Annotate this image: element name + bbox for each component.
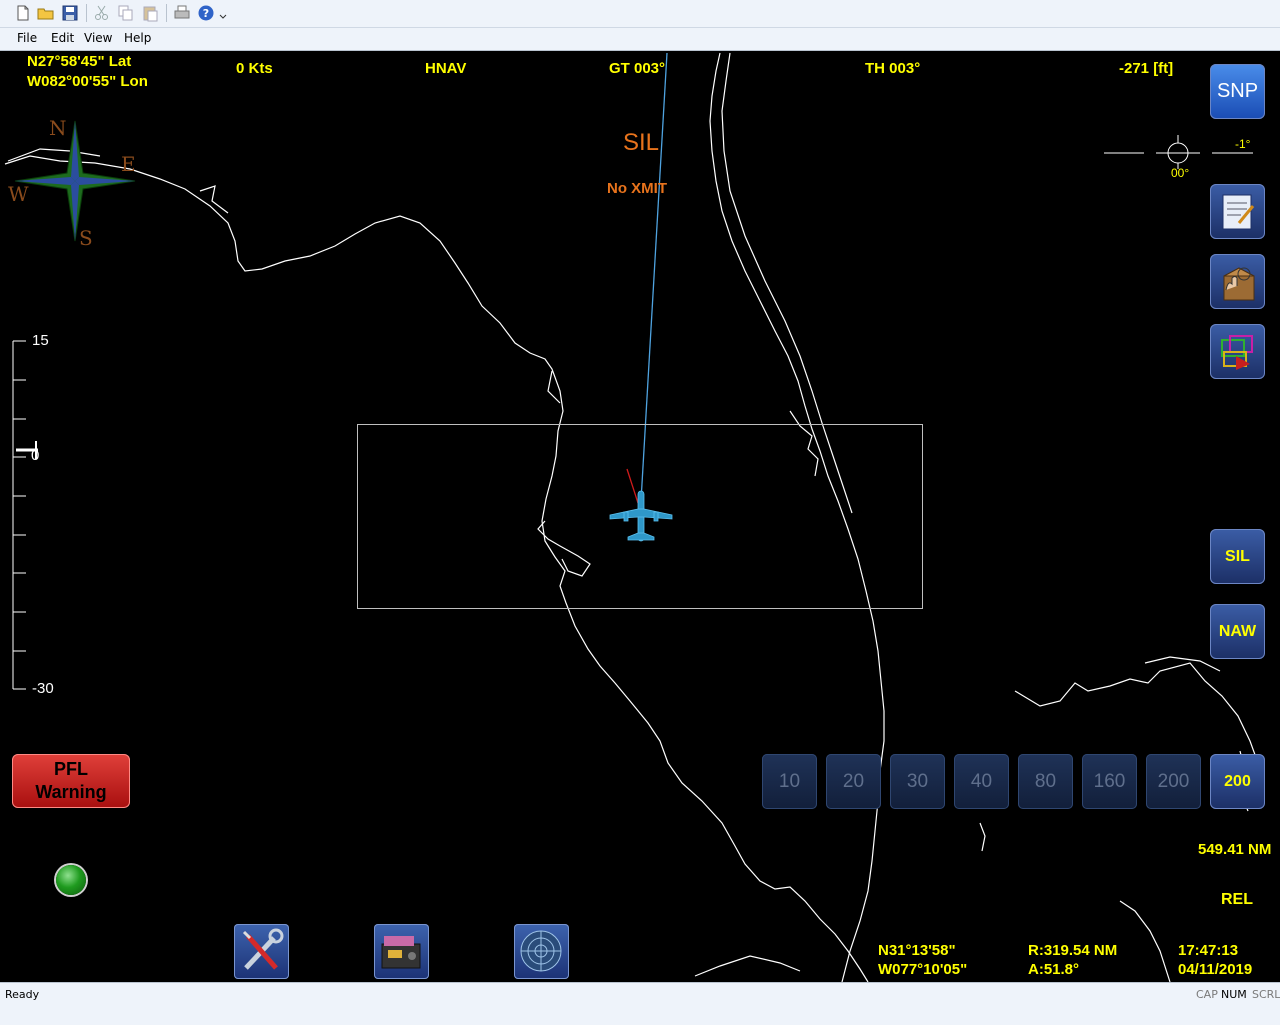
print-icon[interactable] — [173, 4, 191, 22]
tools-button[interactable] — [234, 924, 289, 979]
altitude-readout: -271 [ft] — [1119, 60, 1174, 77]
open-folder-icon[interactable] — [37, 4, 55, 22]
sil-status: SIL — [623, 129, 660, 156]
zoom-active-button[interactable]: 200 — [1210, 754, 1265, 809]
zoom-20-button[interactable]: 20 — [826, 754, 881, 809]
distance-readout: 549.41 NM — [1198, 841, 1272, 858]
zoom-20-label: 20 — [842, 770, 865, 792]
menu-file[interactable]: File — [17, 31, 37, 45]
compass-e: E — [121, 152, 136, 176]
status-bar: Ready CAP NUM SCRL — [0, 982, 1280, 1025]
svg-text:?: ? — [203, 7, 209, 20]
layers-button[interactable] — [1210, 324, 1265, 379]
pfl-line1: PFL — [54, 759, 88, 779]
scale-top-label: 15 — [32, 332, 49, 349]
notes-button[interactable] — [1210, 184, 1265, 239]
pfl-line2: Warning — [35, 782, 107, 802]
map-view[interactable]: N E S W N27°58'45" Lat W082°00'55" Lon 0… — [0, 51, 1280, 982]
equipment-icon — [381, 936, 421, 969]
compass-rose-icon: N E S W — [8, 116, 136, 250]
snp-button[interactable]: SNP — [1210, 64, 1265, 119]
naw-button[interactable]: NAW — [1210, 604, 1265, 659]
help-icon[interactable]: ? — [197, 4, 215, 22]
cap-indicator: CAP — [1196, 988, 1218, 1001]
rel-toggle[interactable]: REL — [1221, 891, 1253, 909]
clipboard-icon — [1222, 194, 1254, 229]
zoom-80-button[interactable]: 80 — [1018, 754, 1073, 809]
zoom-40-label: 40 — [970, 770, 993, 792]
speed-readout: 0 Kts — [236, 60, 273, 77]
zoom-active-label: 200 — [1224, 772, 1251, 790]
scale-marker-label: 0 — [31, 447, 40, 464]
zoom-30-button[interactable]: 30 — [890, 754, 945, 809]
zoom-30-label: 30 — [906, 770, 929, 792]
cursor-lat-readout: N31°13'58" — [878, 942, 956, 959]
pan-tool-button[interactable] — [1210, 254, 1265, 309]
save-icon[interactable] — [61, 4, 79, 22]
zoom-200-label: 200 — [1157, 770, 1190, 792]
menu-help[interactable]: Help — [124, 31, 151, 45]
aircraft-icon — [609, 490, 673, 542]
cut-icon[interactable] — [93, 4, 111, 22]
menu-bar: File Edit View Help — [0, 28, 1280, 51]
zoom-160-label: 160 — [1093, 770, 1126, 792]
num-indicator: NUM — [1221, 988, 1247, 1001]
toolbar: ? — [0, 0, 1280, 28]
copy-icon[interactable] — [117, 4, 135, 22]
zoom-10-label: 10 — [778, 770, 801, 792]
equipment-button[interactable] — [374, 924, 429, 979]
longitude-readout: W082°00'55" Lon — [27, 73, 148, 90]
latitude-readout: N27°58'45" Lat — [27, 53, 132, 70]
new-file-icon[interactable] — [14, 4, 32, 22]
wrench-screwdriver-icon — [242, 928, 284, 970]
scale-bottom-label: -30 — [32, 680, 54, 697]
layers-icon — [1220, 334, 1253, 370]
zoom-160-button[interactable]: 160 — [1082, 754, 1137, 809]
sil-button-label: SIL — [1225, 547, 1250, 565]
compass-n: N — [49, 116, 67, 140]
toolbox-hand-icon — [1223, 266, 1254, 300]
menu-view[interactable]: View — [84, 31, 112, 45]
roll-readout: -1° — [1235, 137, 1251, 151]
status-text: Ready — [5, 988, 40, 1001]
range-readout: R:319.54 NM — [1028, 942, 1118, 959]
chevron-down-icon[interactable] — [218, 4, 228, 22]
zoom-200-button[interactable]: 200 — [1146, 754, 1201, 809]
radar-icon — [520, 930, 562, 972]
snp-button-label: SNP — [1216, 80, 1259, 102]
menu-edit[interactable]: Edit — [51, 31, 74, 45]
ground-track-readout: GT 003° — [609, 60, 666, 77]
paste-icon[interactable] — [141, 4, 159, 22]
zoom-40-button[interactable]: 40 — [954, 754, 1009, 809]
cursor-lon-readout: W077°10'05" — [878, 961, 968, 978]
pitch-readout: 00° — [1171, 166, 1190, 180]
true-heading-readout: TH 003° — [865, 60, 921, 77]
compass-w: W — [8, 182, 29, 206]
radar-button[interactable] — [514, 924, 569, 979]
zoom-80-label: 80 — [1034, 770, 1057, 792]
naw-button-label: NAW — [1218, 622, 1257, 640]
time-readout: 17:47:13 — [1178, 942, 1239, 959]
scrl-indicator: SCRL — [1252, 988, 1280, 1001]
pfl-warning-button[interactable]: PFL Warning — [12, 754, 130, 808]
vertical-scale — [12, 340, 38, 690]
xmit-status: No XMIT — [607, 180, 667, 197]
date-readout: 04/11/2019 — [1178, 961, 1253, 978]
sil-button[interactable]: SIL — [1210, 529, 1265, 584]
azimuth-readout: A:51.8° — [1028, 961, 1080, 978]
zoom-10-button[interactable]: 10 — [762, 754, 817, 809]
compass-s: S — [79, 226, 93, 250]
status-led-icon — [56, 865, 86, 895]
nav-mode-readout: HNAV — [425, 60, 467, 77]
